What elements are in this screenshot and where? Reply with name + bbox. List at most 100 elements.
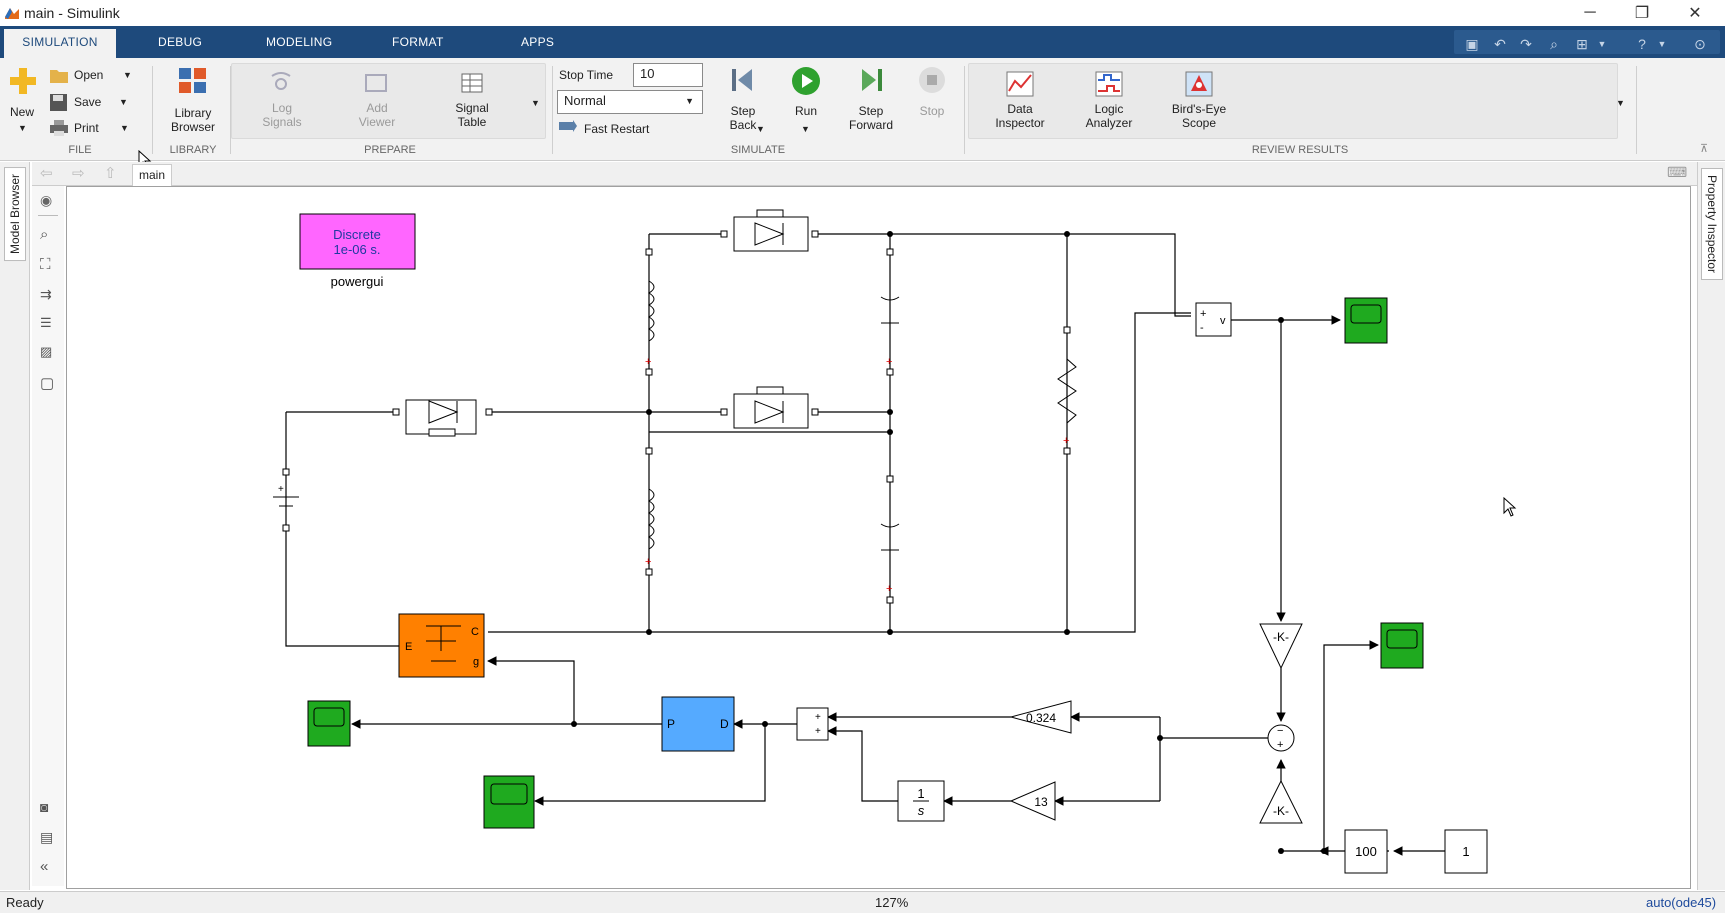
chevron-down-icon[interactable]: ▼	[1592, 39, 1612, 59]
screenshot-icon[interactable]: ◙	[40, 799, 48, 815]
pid-controller-block[interactable]: P D	[661, 696, 735, 752]
tab-apps[interactable]: APPS	[521, 26, 554, 58]
save-button[interactable]: Save	[74, 95, 101, 109]
library-browser-icon	[179, 68, 206, 93]
restore-button[interactable]: ❐	[1617, 0, 1667, 26]
thyristor-top-block[interactable]	[720, 209, 819, 252]
tab-simulation[interactable]: SIMULATION	[4, 26, 116, 58]
voltage-measurement-block[interactable]: + - v	[1195, 302, 1232, 337]
add-viewer-button[interactable]: Add Viewer	[348, 101, 406, 129]
arrange-icon[interactable]: ⇉	[40, 286, 52, 303]
search-icon[interactable]: ⌕	[1544, 36, 1564, 56]
sum-block-pi[interactable]: ++	[796, 707, 829, 741]
breadcrumb-main[interactable]: main	[132, 164, 172, 186]
title-bar: main - Simulink ─ ❐ ✕	[0, 0, 1725, 26]
scope-voltage[interactable]	[1344, 297, 1388, 344]
collapse-toolstrip-icon[interactable]: ⊙	[1690, 36, 1710, 56]
hide-show-icon[interactable]: ◉	[40, 192, 52, 209]
chevron-down-icon[interactable]: ▼	[119, 97, 128, 107]
log-signals-button[interactable]: Log Signals	[252, 101, 312, 129]
svg-text:+: +	[278, 484, 284, 495]
gain-ki-block[interactable]: 13	[1009, 781, 1056, 821]
mouse-cursor-icon	[1503, 496, 1517, 517]
area-icon[interactable]: ▢	[40, 374, 54, 392]
minimize-button[interactable]: ─	[1565, 0, 1615, 26]
scope-pid-output[interactable]	[483, 775, 535, 829]
undo-icon[interactable]: ↶	[1490, 36, 1510, 56]
new-icon[interactable]	[8, 66, 38, 96]
collapse-palette-icon[interactable]: «	[40, 858, 48, 875]
igbt-block[interactable]: E C g	[398, 613, 485, 678]
zoom-icon[interactable]: ⊞	[1572, 36, 1592, 56]
help-icon[interactable]: ?	[1632, 36, 1652, 56]
data-inspector-button[interactable]: Data Inspector	[984, 102, 1056, 130]
tab-modeling[interactable]: MODELING	[266, 26, 332, 58]
close-window-button[interactable]: ✕	[1670, 0, 1720, 26]
chevron-down-icon[interactable]: ▼	[1652, 39, 1672, 59]
new-button[interactable]: New	[6, 105, 38, 119]
fit-to-view-icon[interactable]: ⛶	[40, 256, 51, 273]
signal-table-button[interactable]: Signal Table	[442, 101, 502, 129]
section-library: LIBRARY	[169, 144, 217, 156]
constant-1-block[interactable]: 1	[1444, 829, 1488, 874]
stop-time-input[interactable]: 10	[633, 63, 703, 87]
collapse-toolstrip-icon[interactable]: ⊼	[1700, 142, 1708, 155]
run-button[interactable]: Run	[786, 104, 826, 118]
powergui-block[interactable]: Discrete 1e-06 s. powergui	[299, 213, 416, 289]
svg-text:−: −	[1277, 725, 1283, 737]
model-navigation-strip: ⇦ ⇨ ⇧ main ⌨	[32, 162, 1697, 186]
scope-reference[interactable]	[1380, 622, 1424, 669]
model-browser-tab[interactable]: Model Browser	[4, 167, 26, 262]
image-icon[interactable]: ▨	[40, 344, 52, 360]
redo-icon[interactable]: ↷	[1516, 36, 1536, 56]
up-arrow-icon[interactable]: ⇧	[104, 164, 117, 182]
zoom-level[interactable]: 127%	[875, 895, 908, 910]
integrator-block[interactable]: 1 s	[897, 780, 945, 822]
birds-eye-scope-button[interactable]: Bird's-Eye Scope	[1156, 102, 1242, 130]
section-review-results: REVIEW RESULTS	[1251, 144, 1349, 156]
chevron-down-icon[interactable]: ▼	[801, 124, 810, 134]
simulation-mode-select[interactable]: Normal ▼	[557, 90, 703, 114]
logic-analyzer-button[interactable]: Logic Analyzer	[1070, 102, 1148, 130]
thyristor-mid-block[interactable]	[720, 386, 819, 429]
explorer-bar-icon[interactable]: ▤	[40, 829, 53, 846]
signal-table-icon	[461, 73, 483, 93]
svg-text:+: +	[815, 726, 821, 737]
chevron-down-icon[interactable]: ▼	[18, 123, 27, 133]
gain-kp-value: 0.324	[1026, 711, 1056, 725]
save-quick-icon[interactable]: ▣	[1462, 36, 1482, 56]
chevron-down-icon[interactable]: ▼	[123, 70, 132, 80]
step-forward-button[interactable]: Step Forward	[844, 104, 898, 132]
library-browser-button[interactable]: Library Browser	[160, 106, 226, 134]
keyboard-icon[interactable]: ⌨	[1667, 164, 1687, 181]
solver-link[interactable]: auto(ode45)	[1646, 895, 1716, 910]
forward-arrow-icon[interactable]: ⇨	[72, 164, 85, 182]
gain-k-bottom-block[interactable]: -K-	[1259, 779, 1303, 824]
integrator-den: s	[918, 803, 925, 818]
back-arrow-icon[interactable]: ⇦	[40, 164, 53, 182]
gain-k-top-block[interactable]: -K-	[1259, 623, 1303, 670]
model-canvas[interactable]: Discrete 1e-06 s. powergui + + + + + + +…	[66, 186, 1691, 889]
property-inspector-tab[interactable]: Property Inspector	[1701, 168, 1723, 281]
diode-block[interactable]	[392, 399, 493, 437]
zoom-area-icon[interactable]: ⌕	[40, 226, 48, 243]
gain-kp-block[interactable]: 0.324	[1009, 700, 1072, 734]
tab-debug[interactable]: DEBUG	[158, 26, 202, 58]
window-title: main - Simulink	[24, 5, 120, 21]
print-button[interactable]: Print	[74, 121, 99, 135]
stop-button[interactable]: Stop	[912, 104, 952, 118]
chevron-down-icon[interactable]: ▼	[756, 124, 765, 134]
expand-review-gallery[interactable]: ▼	[1616, 98, 1625, 108]
fast-restart-button[interactable]: Fast Restart	[584, 122, 649, 136]
scope-gate[interactable]	[307, 700, 351, 747]
sum-block-error[interactable]: −+	[1267, 724, 1295, 752]
step-forward-icon	[862, 69, 882, 91]
expand-prepare-gallery[interactable]: ▼	[531, 98, 540, 108]
svg-text:+: +	[1063, 435, 1069, 447]
chevron-down-icon[interactable]: ▼	[120, 123, 129, 133]
open-button[interactable]: Open	[74, 68, 103, 82]
annotation-icon[interactable]: ☰	[40, 315, 52, 331]
constant-100-block[interactable]: 100	[1344, 829, 1388, 874]
tab-format[interactable]: FORMAT	[392, 26, 444, 58]
left-sidebar: Model Browser	[0, 162, 30, 890]
